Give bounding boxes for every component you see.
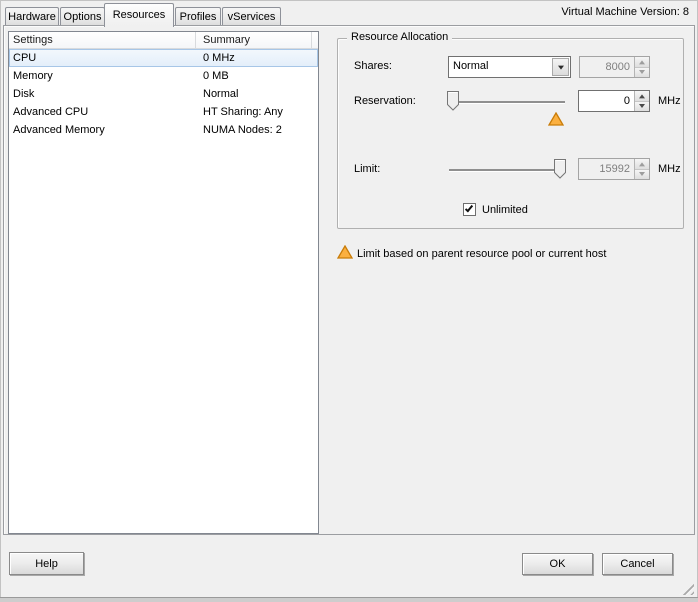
unlimited-label: Unlimited (482, 204, 528, 216)
list-item-cpu[interactable]: CPU 0 MHz (9, 49, 318, 67)
help-button[interactable]: Help (9, 552, 84, 575)
spinner-up-icon[interactable] (635, 91, 649, 102)
shares-selected-option: Normal (453, 60, 489, 72)
vm-version-label: Virtual Machine Version: 8 (561, 6, 689, 18)
limit-slider-thumb[interactable] (554, 159, 566, 179)
resource-allocation-group: Resource Allocation Shares: Normal 8000 … (337, 31, 684, 229)
column-header-summary[interactable]: Summary (196, 32, 312, 48)
column-header-settings[interactable]: Settings (9, 32, 196, 48)
limit-note-warning-icon (336, 244, 354, 262)
dropdown-button[interactable] (552, 58, 569, 76)
setting-name: Memory (13, 70, 53, 82)
spinner-up-icon (635, 57, 649, 68)
checkmark-icon (464, 203, 474, 213)
spinner-up-icon (635, 159, 649, 170)
group-title: Resource Allocation (347, 31, 453, 43)
spinner-down-icon (635, 169, 649, 179)
tab-resources[interactable]: Resources (104, 3, 174, 27)
list-item-disk[interactable]: Disk Normal (9, 85, 318, 103)
setting-name: Advanced CPU (13, 106, 89, 118)
window-bottom-edge (0, 597, 698, 602)
tab-options[interactable]: Options (60, 7, 105, 26)
list-item-advanced-cpu[interactable]: Advanced CPU HT Sharing: Any (9, 103, 318, 121)
tab-vservices[interactable]: vServices (222, 7, 281, 26)
chevron-down-icon (557, 65, 564, 70)
limit-label: Limit: (354, 163, 381, 175)
setting-name: Advanced Memory (13, 124, 105, 136)
spinner-buttons (634, 57, 649, 77)
settings-list[interactable]: Settings Summary CPU 0 MHz Memory 0 MB D… (8, 31, 319, 534)
reservation-slider-thumb[interactable] (447, 91, 459, 111)
spinner-buttons[interactable] (634, 91, 649, 111)
setting-summary: HT Sharing: Any (203, 106, 283, 118)
list-item-memory[interactable]: Memory 0 MB (9, 67, 318, 85)
shares-label: Shares: (354, 60, 392, 72)
limit-value: 15992 (599, 163, 630, 175)
resize-grip[interactable] (679, 582, 694, 595)
setting-summary: NUMA Nodes: 2 (203, 124, 282, 136)
limit-unit-label: MHz (658, 163, 681, 175)
ok-button[interactable]: OK (522, 553, 593, 575)
list-item-advanced-memory[interactable]: Advanced Memory NUMA Nodes: 2 (9, 121, 318, 139)
resources-tab-page: Settings Summary CPU 0 MHz Memory 0 MB D… (3, 25, 695, 535)
spinner-down-icon[interactable] (635, 101, 649, 111)
limit-slider-track[interactable] (449, 169, 565, 171)
shares-value-spinner: 8000 (579, 56, 650, 78)
tab-hardware[interactable]: Hardware (5, 7, 59, 26)
settings-list-header: Settings Summary (9, 32, 318, 49)
tab-profiles[interactable]: Profiles (175, 7, 221, 26)
reservation-label: Reservation: (354, 95, 416, 107)
setting-name: Disk (13, 88, 35, 100)
spinner-down-icon (635, 67, 649, 77)
spinner-buttons (634, 159, 649, 179)
reservation-value-spinner[interactable]: 0 (578, 90, 650, 112)
setting-name: CPU (13, 52, 37, 64)
limit-note-text: Limit based on parent resource pool or c… (357, 248, 607, 260)
setting-summary: 0 MB (203, 70, 229, 82)
vm-properties-dialog: { "window": { "version": "Virtual Machin… (0, 0, 698, 602)
unlimited-checkbox[interactable] (463, 203, 476, 216)
shares-dropdown[interactable]: Normal (448, 56, 571, 78)
shares-value: 8000 (605, 61, 630, 73)
reservation-slider-track[interactable] (449, 101, 565, 103)
reservation-value[interactable]: 0 (579, 91, 634, 111)
column-header-filler (312, 32, 318, 48)
setting-summary: 0 MHz (203, 52, 235, 64)
reservation-warning-icon (547, 111, 565, 129)
setting-summary: Normal (203, 88, 239, 100)
limit-value-spinner: 15992 (578, 158, 650, 180)
cancel-button[interactable]: Cancel (602, 553, 673, 575)
reservation-unit-label: MHz (658, 95, 681, 107)
